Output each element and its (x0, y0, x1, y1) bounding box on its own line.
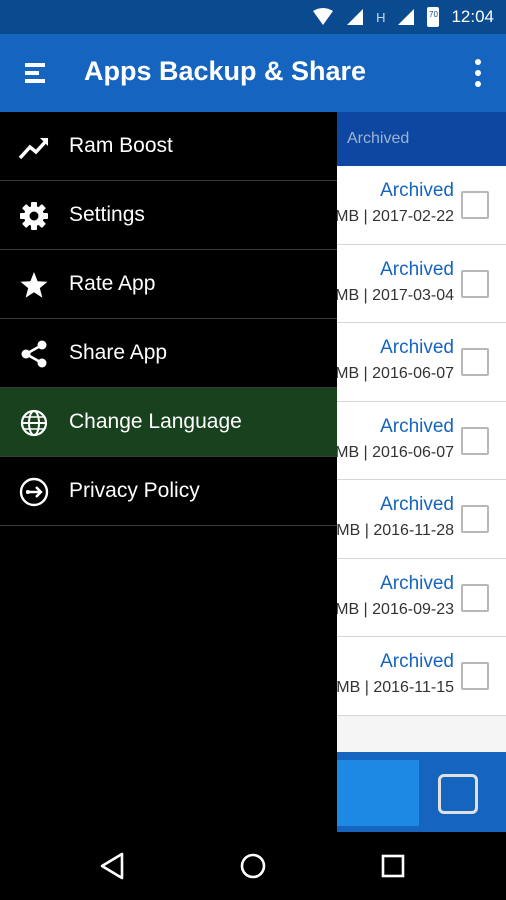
status-time: 12:04 (451, 7, 494, 26)
item-meta: MB | 2017-02-22 (335, 208, 454, 225)
item-status: Archived (380, 180, 454, 201)
drawer-item-label: Share App (69, 341, 168, 364)
item-meta: MB | 2016-11-15 (336, 679, 454, 696)
item-status: Archived (380, 415, 454, 437)
system-navigation-bar (0, 832, 506, 900)
item-status: Archived (380, 651, 454, 672)
globe-icon (20, 409, 48, 437)
recents-icon[interactable] (377, 850, 409, 882)
drawer-item-label: Settings (69, 203, 145, 226)
item-checkbox[interactable] (461, 191, 489, 219)
privacy-icon (19, 477, 49, 507)
star-icon (20, 272, 48, 298)
signal-icon (347, 9, 364, 25)
drawer-item-ram-boost[interactable]: Ram Boost (0, 112, 337, 181)
drawer-item-settings[interactable]: Settings (0, 181, 337, 250)
item-checkbox[interactable] (461, 348, 489, 376)
share-icon (21, 340, 47, 368)
menu-icon[interactable] (22, 60, 48, 86)
drawer-item-privacy-policy[interactable]: Privacy Policy (0, 457, 337, 526)
drawer-item-share-app[interactable]: Share App (0, 319, 337, 388)
home-icon[interactable] (237, 850, 269, 882)
status-bar: H 70 12:04 (0, 0, 506, 34)
item-checkbox[interactable] (461, 426, 489, 455)
battery-level: 70 (429, 10, 438, 19)
drawer-item-rate-app[interactable]: Rate App (0, 250, 337, 319)
gear-icon (20, 202, 48, 230)
battery-icon: 70 (427, 7, 440, 27)
drawer-item-label: Privacy Policy (69, 479, 200, 502)
item-meta: MB | 2016-06-07 (335, 443, 454, 461)
item-meta: MB | 2017-03-04 (335, 286, 454, 304)
select-all-checkbox[interactable] (438, 774, 478, 814)
tab-archived[interactable]: Archived (347, 130, 409, 148)
drawer-item-label: Change Language (69, 410, 242, 433)
item-meta: MB | 2016-06-07 (335, 365, 454, 382)
wifi-icon (313, 8, 334, 25)
app-title: Apps Backup & Share (84, 56, 367, 86)
item-status: Archived (380, 258, 454, 280)
item-status: Archived (380, 494, 454, 515)
overflow-menu-icon[interactable] (472, 58, 484, 88)
item-checkbox[interactable] (461, 583, 489, 612)
item-meta: MB | 2016-11-28 (336, 522, 454, 539)
item-checkbox[interactable] (461, 505, 489, 533)
trending-up-icon (18, 138, 49, 160)
item-status: Archived (380, 572, 454, 594)
navigation-drawer: Ram Boost Settings Rate App Share App Ch… (0, 112, 337, 832)
item-status: Archived (380, 337, 454, 358)
action-button[interactable] (337, 760, 419, 826)
drawer-item-change-language[interactable]: Change Language (0, 388, 337, 457)
drawer-item-label: Ram Boost (69, 134, 173, 157)
app-bar: Apps Backup & Share (0, 34, 506, 112)
back-icon[interactable] (97, 850, 129, 882)
item-meta: MB | 2016-09-23 (335, 600, 454, 618)
item-checkbox[interactable] (461, 662, 489, 690)
drawer-item-label: Rate App (69, 272, 156, 295)
signal-icon (398, 9, 415, 25)
item-checkbox[interactable] (461, 269, 489, 298)
network-label: H (376, 9, 386, 25)
